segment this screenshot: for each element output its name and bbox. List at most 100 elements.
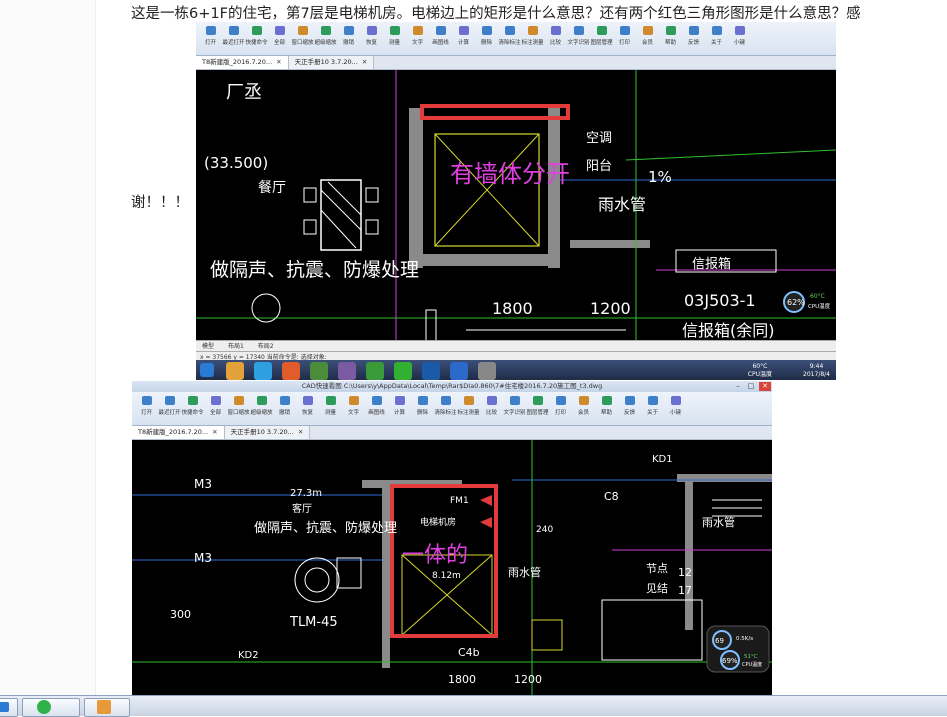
toolbar-btn-window-zoom[interactable]: 窗口缩放 — [227, 392, 250, 425]
app-icon[interactable] — [226, 362, 244, 380]
taskbar-button[interactable] — [22, 698, 80, 717]
layers-icon — [532, 396, 543, 405]
toolbar-btn-about[interactable]: 关于 — [641, 392, 664, 425]
compare-icon — [550, 26, 561, 35]
toolbar-btn-help[interactable]: 帮助 — [595, 392, 618, 425]
toolbar-btn-ocr[interactable]: 文字识别 — [567, 22, 590, 55]
toolbar-btn-recent[interactable]: 最近打开 — [222, 22, 245, 55]
minimize-icon[interactable]: – — [732, 382, 744, 391]
wechat-icon[interactable] — [394, 362, 412, 380]
app-icon[interactable] — [282, 362, 300, 380]
toolbar-btn-open[interactable]: 打开 — [199, 22, 222, 55]
document-tab-1[interactable]: T8新建版_2016.7.20... ✕ — [196, 56, 289, 69]
clear-icon — [440, 396, 451, 405]
maximize-icon[interactable]: □ — [745, 382, 757, 391]
toolbar-btn-open[interactable]: 打开 — [135, 392, 158, 425]
toolbar-btn-text[interactable]: 文字 — [342, 392, 365, 425]
cad-drawing: 27.3m 客厅 做隔声、抗震、防爆处理 电梯机房 FM1 8.12m M3 M… — [132, 440, 772, 695]
toolbar-btn-about[interactable]: 关于 — [705, 22, 728, 55]
toolbar-btn-shortcut[interactable]: 快捷命令 — [181, 392, 204, 425]
toolbar-btn-measure[interactable]: 测量 — [319, 392, 342, 425]
question-text-line-2: 谢！！！ — [131, 195, 189, 211]
close-icon[interactable]: ✕ — [298, 428, 303, 436]
app-icon[interactable] — [366, 362, 384, 380]
toolbar-btn-shortcut[interactable]: 快捷命令 — [245, 22, 268, 55]
document-tab-1[interactable]: T8新建版_2016.7.20... ✕ — [132, 426, 225, 439]
toolbar-btn-dim[interactable]: 标注测量 — [457, 392, 480, 425]
close-icon[interactable]: ✕ — [212, 428, 217, 436]
cad-label-dining: 餐厅 — [258, 180, 286, 196]
toolbar-btn-clear[interactable]: 清除标注 — [498, 22, 521, 55]
browser-icon[interactable] — [254, 362, 272, 380]
magnify-icon — [320, 26, 331, 35]
cad-toolbar: 打开 最近打开 快捷命令 全部 窗口缩放 超级缩放 撤销 恢复 测量 文字 画图… — [132, 392, 772, 426]
toolbar-btn-draw[interactable]: 画图线 — [429, 22, 452, 55]
word-icon[interactable] — [450, 362, 468, 380]
toolbar-btn-redo[interactable]: 恢复 — [360, 22, 383, 55]
toolbar-btn-mini[interactable]: 小键 — [664, 392, 687, 425]
cad-dining-table — [320, 179, 362, 251]
model-tab-layout1[interactable]: 布局1 — [222, 343, 250, 350]
toolbar-btn-layers[interactable]: 图层管理 — [526, 392, 549, 425]
close-icon[interactable]: ✕ — [759, 382, 771, 391]
toolbar-btn-all[interactable]: 全部 — [204, 392, 227, 425]
toolbar-btn-measure[interactable]: 测量 — [383, 22, 406, 55]
toolbar-btn-recent[interactable]: 最近打开 — [158, 392, 181, 425]
toolbar-btn-print[interactable]: 打印 — [613, 22, 636, 55]
cad-drawing-canvas[interactable]: 27.3m 客厅 做隔声、抗震、防爆处理 电梯机房 FM1 8.12m M3 M… — [132, 440, 772, 695]
toolbar-btn-text[interactable]: 文字 — [406, 22, 429, 55]
toolbar-btn-feedback[interactable]: 反馈 — [682, 22, 705, 55]
toolbar-btn-super-zoom[interactable]: 超级缩放 — [250, 392, 273, 425]
taskbar-button[interactable] — [84, 698, 130, 717]
feedback-icon — [688, 26, 699, 35]
document-tabs: T8新建版_2016.7.20... ✕ 天正手册10 3.7.20... ✕ — [132, 426, 772, 440]
model-tab-model[interactable]: 模型 — [196, 343, 220, 350]
toolbar-btn-delete[interactable]: 删除 — [411, 392, 434, 425]
toolbar-btn-compare[interactable]: 比较 — [480, 392, 503, 425]
toolbar-btn-draw[interactable]: 画图线 — [365, 392, 388, 425]
toolbar-btn-dim[interactable]: 标注测量 — [521, 22, 544, 55]
app-icon[interactable] — [478, 362, 496, 380]
toolbar-btn-help[interactable]: 帮助 — [659, 22, 682, 55]
toolbar-btn-vip[interactable]: 会员 — [636, 22, 659, 55]
toolbar-btn-undo[interactable]: 撤销 — [273, 392, 296, 425]
cad-label-height: 27.3m — [290, 488, 322, 499]
cpu-badge: 69% — [722, 657, 738, 665]
toolbar-btn-feedback[interactable]: 反馈 — [618, 392, 641, 425]
toolbar-btn-delete[interactable]: 删除 — [475, 22, 498, 55]
taskbar-button[interactable] — [0, 698, 18, 717]
question-text-line-1: 这是一栋6+1F的住宅，第7层是电梯机房。电梯边上的矩形是什么意思？还有两个红色… — [131, 6, 861, 22]
toolbar-btn-clear[interactable]: 清除标注 — [434, 392, 457, 425]
model-tab-layout2[interactable]: 布局2 — [252, 343, 280, 350]
cpu-label: CPU温度 — [742, 661, 762, 668]
toolbar-btn-compare[interactable]: 比较 — [544, 22, 567, 55]
toolbar-btn-redo[interactable]: 恢复 — [296, 392, 319, 425]
taskbar-clock: 9:44 2017/8/4 — [803, 363, 830, 378]
close-icon[interactable]: ✕ — [276, 58, 281, 66]
toolbar-btn-calc[interactable]: 计算 — [388, 392, 411, 425]
document-tab-2[interactable]: 天正手册10 3.7.20... ✕ — [224, 426, 311, 439]
printer-icon — [619, 26, 630, 35]
toolbar-btn-vip[interactable]: 会员 — [572, 392, 595, 425]
toolbar-btn-print[interactable]: 打印 — [549, 392, 572, 425]
toolbar-btn-undo[interactable]: 撤销 — [337, 22, 360, 55]
app-icon[interactable] — [310, 362, 328, 380]
vip-icon — [578, 396, 589, 405]
cad-screenshot-2: CAD快速看图 C:\Users\y\AppData\Local\Temp\Ra… — [132, 381, 772, 695]
toolbar-btn-window-zoom[interactable]: 窗口缩放 — [291, 22, 314, 55]
toolbar-btn-super-zoom[interactable]: 超级缩放 — [314, 22, 337, 55]
cad-label-ref: 03J503-1 — [684, 291, 756, 310]
cad-drawing-canvas[interactable]: 厂丞 (33.500) 餐厅 做隔声、抗震、防爆处理 空调 阳台 1% 雨水管 … — [196, 70, 836, 350]
toolbar-btn-all[interactable]: 全部 — [268, 22, 291, 55]
info-icon — [711, 26, 722, 35]
toolbar-btn-ocr[interactable]: 文字识别 — [503, 392, 526, 425]
windows-start-icon[interactable] — [200, 363, 214, 377]
app-icon[interactable] — [338, 362, 356, 380]
toolbar-btn-mini[interactable]: 小键 — [728, 22, 751, 55]
cad-label-lift-room: 电梯机房 — [420, 516, 456, 528]
toolbar-btn-calc[interactable]: 计算 — [452, 22, 475, 55]
toolbar-btn-layers[interactable]: 图层管理 — [590, 22, 613, 55]
cad-app-icon[interactable] — [422, 362, 440, 380]
document-tab-2[interactable]: 天正手册10 3.7.20... ✕ — [288, 56, 375, 69]
close-icon[interactable]: ✕ — [362, 58, 367, 66]
